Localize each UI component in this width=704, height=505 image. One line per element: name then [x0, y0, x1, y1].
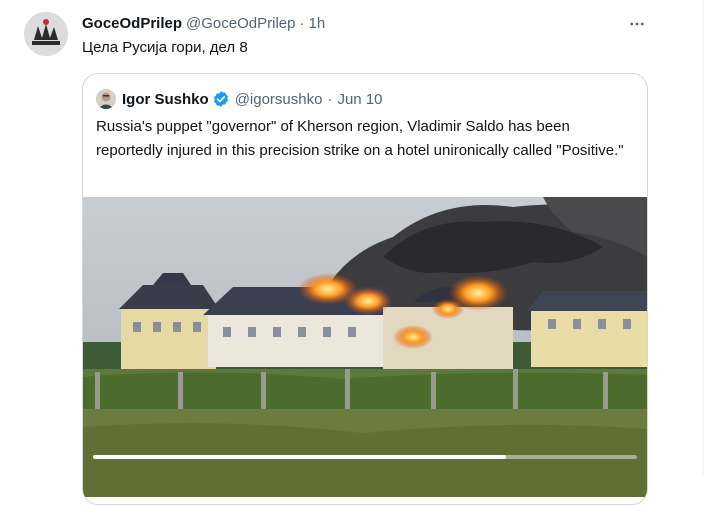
quoted-author-handle[interactable]: @igorsushko — [235, 91, 323, 108]
video-progress-bar[interactable] — [93, 455, 637, 459]
quoted-author-avatar[interactable] — [96, 89, 116, 109]
post-time[interactable]: 1h — [308, 15, 325, 32]
more-options-button[interactable] — [624, 13, 650, 35]
video-player[interactable] — [83, 197, 647, 497]
avatar-image — [24, 12, 68, 56]
quoted-post-header: Igor Sushko @igorsushko · Jun 10 — [96, 88, 383, 110]
video-frame — [83, 197, 647, 497]
separator-dot: · — [299, 14, 305, 32]
post-header: GoceOdPrilep @GoceOdPrilep · 1h — [82, 13, 644, 33]
quoted-post-card[interactable]: Igor Sushko @igorsushko · Jun 10 Russia'… — [82, 73, 648, 505]
verified-badge-icon — [212, 90, 230, 108]
quoted-separator-dot: · — [327, 90, 333, 108]
author-handle[interactable]: @GoceOdPrilep — [186, 15, 295, 32]
quoted-avatar-image — [96, 89, 116, 109]
author-name[interactable]: GoceOdPrilep — [82, 15, 182, 32]
author-avatar[interactable] — [24, 12, 68, 56]
quoted-post-date[interactable]: Jun 10 — [337, 91, 382, 108]
quoted-post-text: Russia's puppet "governor" of Kherson re… — [96, 118, 624, 159]
post-text: Цела Русија гори, дел 8 — [82, 39, 248, 56]
more-horizontal-icon — [630, 22, 644, 26]
video-progress-fill — [93, 455, 507, 459]
quoted-author-name[interactable]: Igor Sushko — [122, 91, 209, 108]
